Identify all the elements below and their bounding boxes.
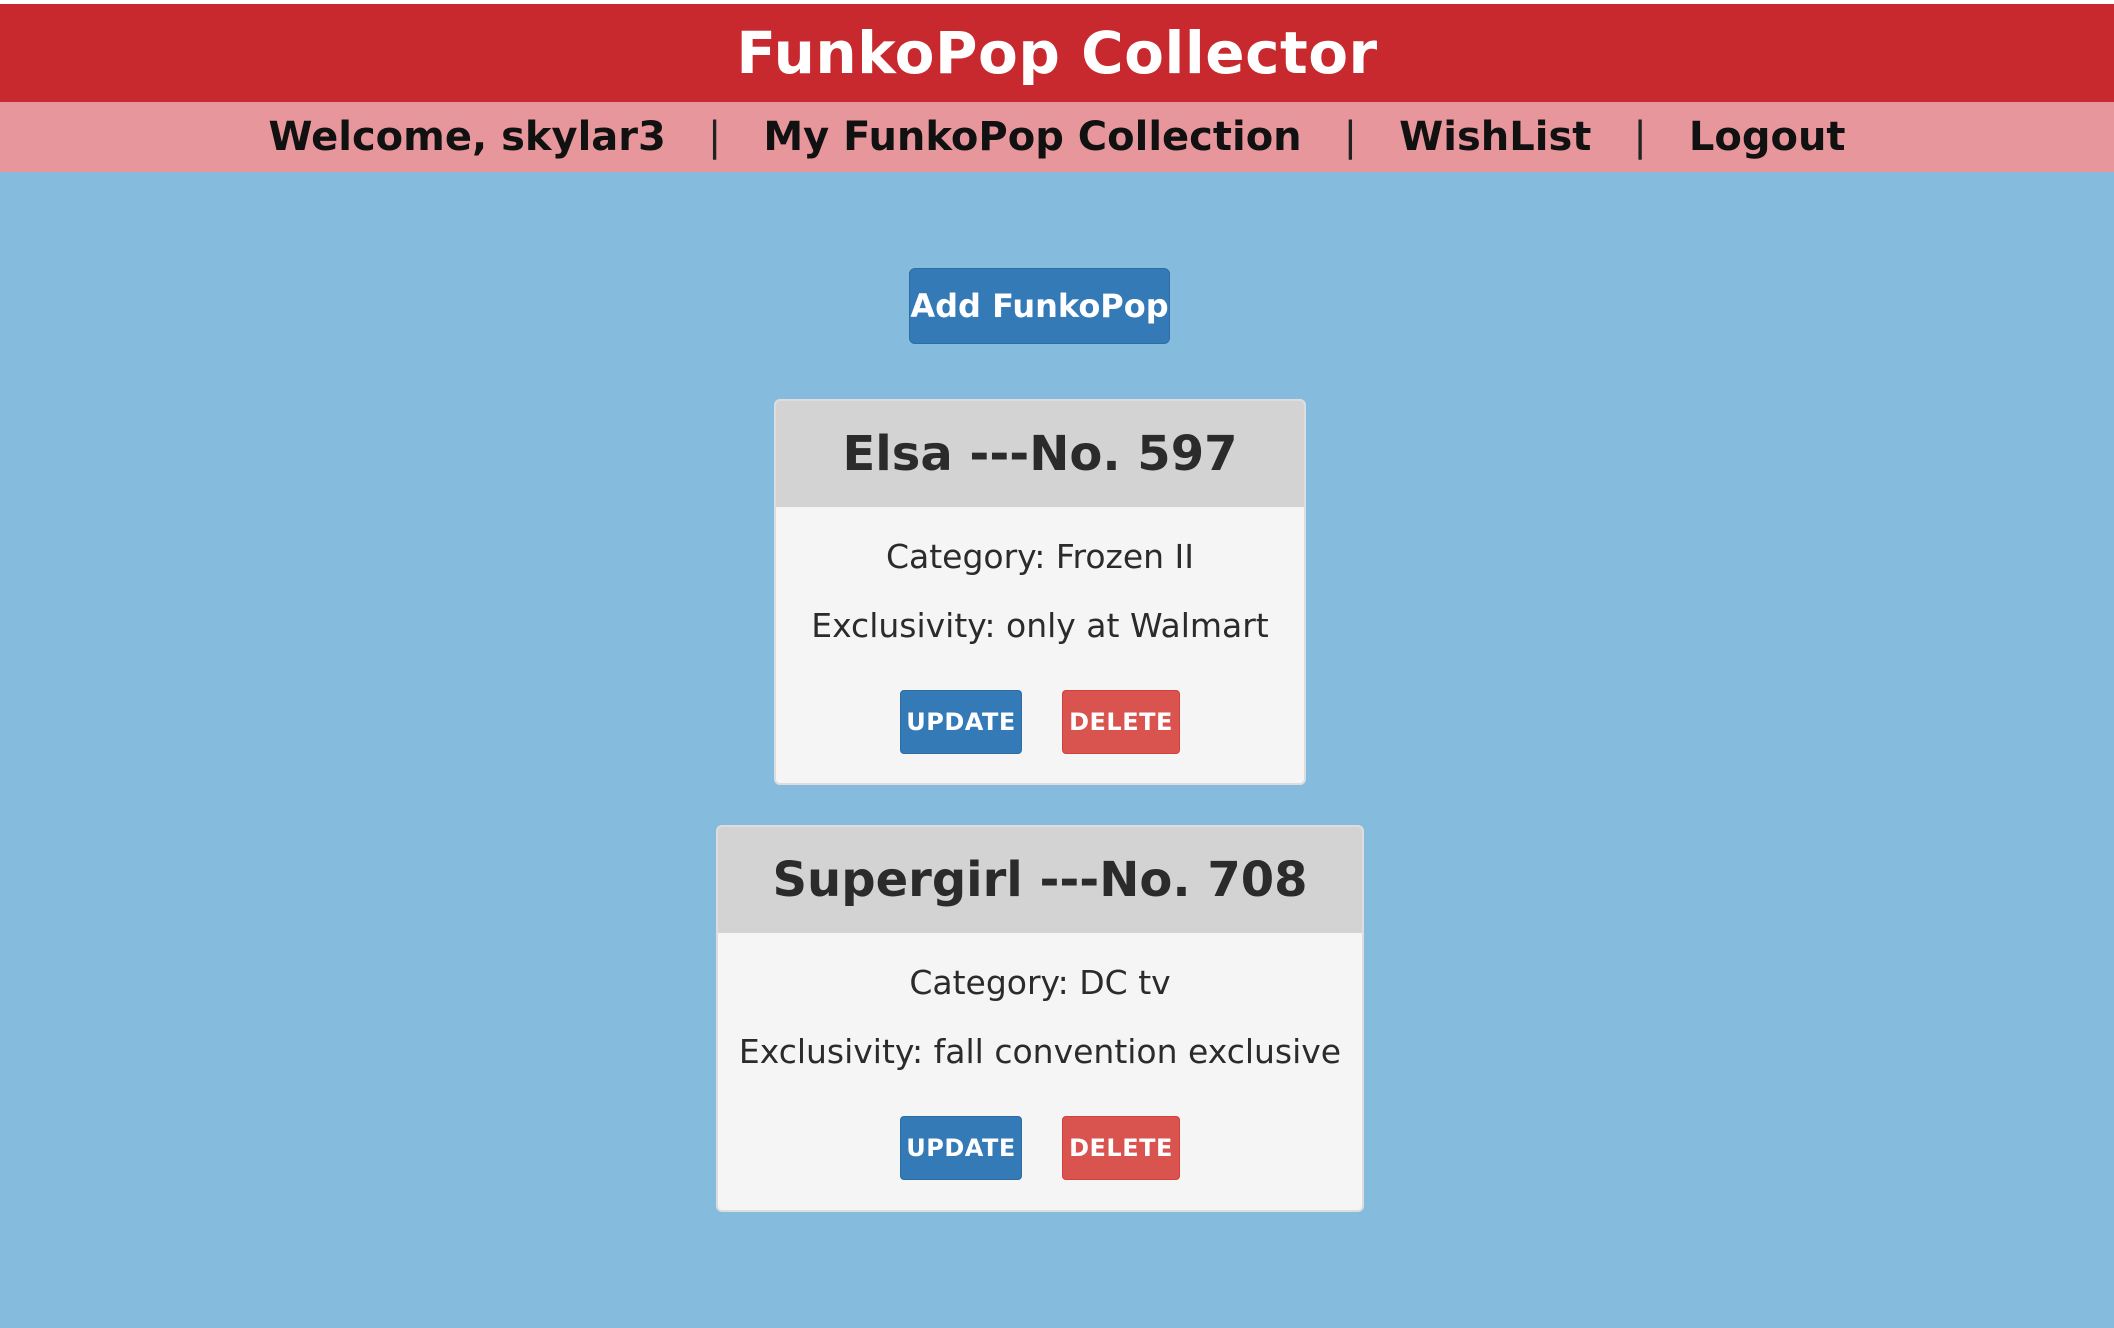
main-nav: Welcome, skylar3 | My FunkoPop Collectio… bbox=[0, 102, 2114, 172]
nav-link-wishlist[interactable]: WishList bbox=[1399, 114, 1591, 160]
welcome-text: Welcome, skylar3 bbox=[268, 114, 666, 160]
update-button[interactable]: UPDATE bbox=[900, 1116, 1022, 1180]
card-category: Category: Frozen II bbox=[885, 537, 1195, 576]
delete-button[interactable]: DELETE bbox=[1062, 690, 1180, 754]
nav-link-collection[interactable]: My FunkoPop Collection bbox=[763, 114, 1301, 160]
card-title: Supergirl ---No. 708 bbox=[772, 852, 1308, 908]
site-title: FunkoPop Collector bbox=[736, 19, 1378, 87]
card-actions: UPDATE DELETE bbox=[776, 690, 1304, 754]
card-title: Elsa ---No. 597 bbox=[842, 426, 1238, 482]
nav-link-logout[interactable]: Logout bbox=[1689, 114, 1846, 160]
update-button[interactable]: UPDATE bbox=[900, 690, 1022, 754]
card-category: Category: DC tv bbox=[909, 963, 1171, 1002]
add-funkopop-button[interactable]: Add FunkoPop bbox=[909, 268, 1170, 344]
card-actions: UPDATE DELETE bbox=[718, 1116, 1362, 1180]
funkopop-card: Supergirl ---No. 708 Category: DC tv Exc… bbox=[716, 825, 1364, 1212]
nav-separator: | bbox=[707, 114, 722, 160]
card-exclusivity: Exclusivity: only at Walmart bbox=[811, 606, 1269, 645]
card-exclusivity: Exclusivity: fall convention exclusive bbox=[738, 1032, 1342, 1071]
funkopop-card: Elsa ---No. 597 Category: Frozen II Excl… bbox=[774, 399, 1306, 785]
card-header: Supergirl ---No. 708 bbox=[718, 827, 1362, 933]
delete-button[interactable]: DELETE bbox=[1062, 1116, 1180, 1180]
card-header: Elsa ---No. 597 bbox=[776, 401, 1304, 507]
nav-separator: | bbox=[1633, 114, 1647, 160]
site-header: FunkoPop Collector bbox=[0, 4, 2114, 102]
nav-separator: | bbox=[1343, 114, 1358, 160]
